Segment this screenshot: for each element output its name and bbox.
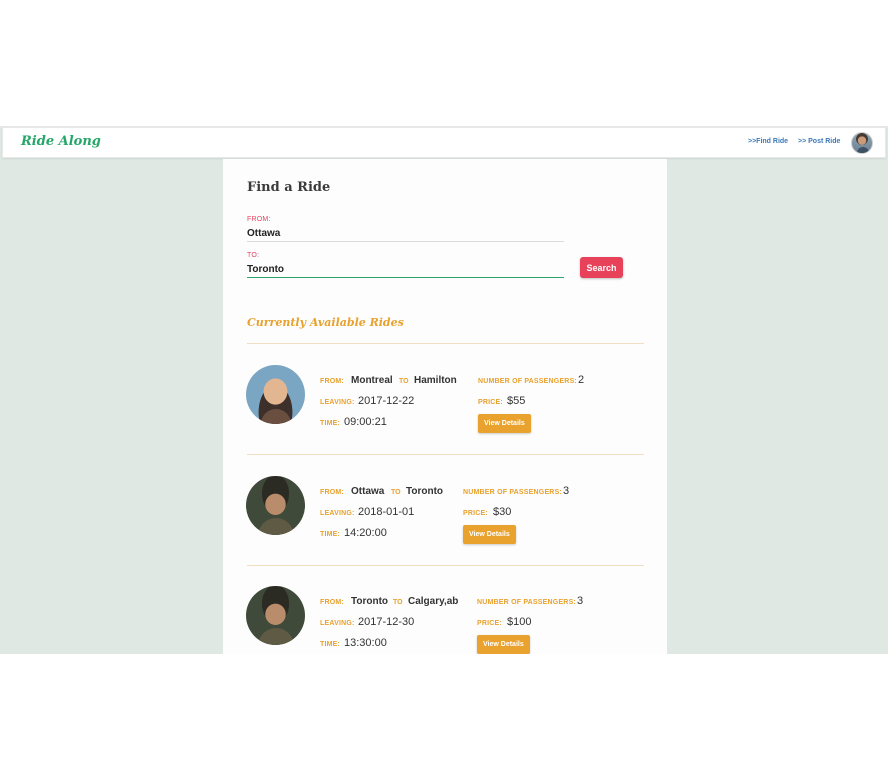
user-avatar[interactable]: [851, 132, 873, 154]
leaving-label: LEAVING:: [320, 399, 355, 406]
ride-date: 2017-12-22: [358, 395, 415, 407]
time-label: TIME:: [320, 641, 341, 648]
divider: [247, 454, 644, 455]
navbar: Ride Along >>Find Ride >> Post Ride: [2, 127, 886, 158]
from-input[interactable]: [247, 226, 564, 242]
ride-card: FROM: Ottawa TO Toronto LEAVING: 2018-01…: [223, 476, 667, 576]
view-details-button[interactable]: View Details: [463, 525, 516, 544]
ride-price: $55: [507, 395, 526, 407]
price-label: PRICE:: [478, 399, 503, 406]
ride-to-city: Toronto: [406, 486, 444, 497]
find-ride-link[interactable]: >>Find Ride: [748, 138, 788, 145]
ride-to-city: Hamilton: [414, 375, 457, 386]
ride-date: 2017-12-30: [358, 616, 415, 628]
leaving-label: LEAVING:: [320, 510, 355, 517]
ride-passengers: 3: [563, 485, 570, 497]
brand-logo[interactable]: Ride Along: [21, 134, 101, 149]
passengers-label: NUMBER OF PASSENGERS:: [477, 599, 576, 606]
passengers-label: NUMBER OF PASSENGERS:: [478, 378, 577, 385]
time-label: TIME:: [320, 531, 341, 538]
price-label: PRICE:: [463, 510, 488, 517]
to-label: TO:: [247, 252, 260, 259]
driver-avatar: [246, 476, 305, 535]
from-label: FROM:: [320, 599, 344, 606]
time-label: TIME:: [320, 420, 341, 427]
search-button[interactable]: Search: [580, 257, 623, 278]
page-title: Find a Ride: [247, 180, 331, 195]
passengers-label: NUMBER OF PASSENGERS:: [463, 489, 562, 496]
from-label: FROM:: [247, 216, 271, 223]
to-label: TO: [393, 599, 403, 606]
divider: [247, 565, 644, 566]
view-details-button[interactable]: View Details: [478, 414, 531, 433]
app-viewport: Ride Along >>Find Ride >> Post Ride Find…: [0, 126, 888, 654]
from-label: FROM:: [320, 489, 344, 496]
ride-to-city: Calgary,ab: [408, 596, 459, 607]
divider: [247, 343, 644, 344]
ride-passengers: 2: [578, 374, 585, 386]
driver-avatar: [246, 586, 305, 645]
ride-from-city: Ottawa: [351, 486, 385, 497]
from-label: FROM:: [320, 378, 344, 385]
leaving-label: LEAVING:: [320, 620, 355, 627]
main-panel: Find a Ride FROM: TO: Search Currently A…: [223, 159, 667, 654]
ride-price: $30: [493, 506, 512, 518]
ride-price: $100: [507, 616, 532, 628]
ride-from-city: Toronto: [351, 596, 389, 607]
ride-time: 09:00:21: [344, 416, 387, 428]
ride-card: FROM: Toronto TO Calgary,ab LEAVING: 201…: [223, 586, 667, 654]
ride-time: 14:20:00: [344, 527, 387, 539]
driver-avatar: [246, 365, 305, 424]
to-label: TO: [391, 489, 401, 496]
post-ride-link[interactable]: >> Post Ride: [798, 138, 840, 145]
ride-from-city: Montreal: [351, 375, 393, 386]
price-label: PRICE:: [477, 620, 502, 627]
ride-time: 13:30:00: [344, 637, 387, 649]
ride-card: FROM: Montreal TO Hamilton LEAVING: 2017…: [223, 365, 667, 465]
ride-passengers: 3: [577, 595, 584, 607]
ride-date: 2018-01-01: [358, 506, 415, 518]
view-details-button[interactable]: View Details: [477, 635, 530, 654]
to-label: TO: [399, 378, 409, 385]
to-input[interactable]: [247, 262, 564, 278]
available-rides-heading: Currently Available Rides: [247, 316, 404, 329]
